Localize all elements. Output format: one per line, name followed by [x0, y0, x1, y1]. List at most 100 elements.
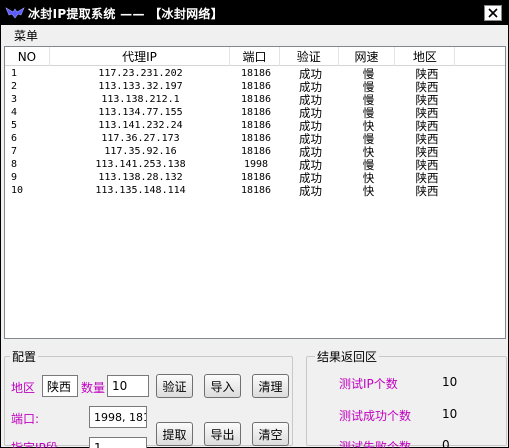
cell-no: 7	[11, 146, 18, 157]
result-value-failed: 0	[442, 438, 450, 448]
table-row[interactable]: 4 113.134.77.155 18186 成功 慢 陕西	[5, 106, 505, 119]
count-input[interactable]: 10	[107, 375, 149, 397]
cell-proxy-ip: 113.138.212.1	[101, 94, 180, 105]
table-row[interactable]: 6 117.36.27.173 18186 成功 慢 陕西	[5, 132, 505, 145]
cell-region: 陕西	[415, 106, 439, 119]
cell-speed: 慢	[362, 132, 375, 145]
column-header-port[interactable]: 端口	[230, 47, 280, 66]
verify-button[interactable]: 验证	[156, 374, 193, 398]
cell-region: 陕西	[415, 67, 439, 80]
cell-port: 18186	[240, 81, 272, 92]
table-row[interactable]: 7 117.35.92.16 18186 成功 快 陕西	[5, 145, 505, 158]
window-title: 冰封IP提取系统 —— 【冰封网络】	[28, 6, 224, 21]
close-button[interactable]	[484, 5, 502, 21]
column-header-speed[interactable]: 网速	[339, 47, 396, 66]
cell-no: 9	[11, 172, 18, 183]
table-row[interactable]: 9 113.138.28.132 18186 成功 快 陕西	[5, 171, 505, 184]
extract-button[interactable]: 提取	[156, 422, 193, 446]
cell-verify: 成功	[299, 80, 322, 93]
cell-port: 18186	[240, 94, 272, 105]
cell-port: 18186	[240, 107, 272, 118]
list-header: NO 代理IP 端口 验证 网速 地区	[5, 47, 505, 66]
import-button[interactable]: 导入	[204, 374, 241, 398]
count-label: 数量	[81, 381, 106, 395]
results-group-title: 结果返回区	[315, 348, 380, 365]
cell-no: 2	[11, 81, 18, 92]
cell-proxy-ip: 113.141.253.138	[95, 159, 186, 170]
cell-region: 陕西	[415, 132, 439, 145]
cell-port: 18186	[240, 185, 272, 196]
cell-verify: 成功	[299, 67, 322, 80]
config-group-title: 配置	[10, 348, 39, 365]
results-group	[306, 356, 507, 446]
cell-no: 10	[11, 185, 24, 196]
cell-no: 6	[11, 133, 18, 144]
proxy-list[interactable]: NO 代理IP 端口 验证 网速 地区 1 117.23.231.202 18186…	[4, 46, 506, 339]
cell-speed: 慢	[362, 93, 375, 106]
cell-port: 18186	[240, 68, 272, 79]
cell-proxy-ip: 117.23.231.202	[98, 68, 183, 79]
cell-no: 5	[11, 120, 18, 131]
cell-no: 1	[11, 68, 18, 79]
region-input[interactable]: 陕西	[42, 375, 78, 397]
cell-region: 陕西	[415, 80, 439, 93]
cell-verify: 成功	[299, 119, 322, 132]
cell-proxy-ip: 117.35.92.16	[104, 146, 177, 157]
cell-speed: 快	[362, 145, 375, 158]
cell-speed: 慢	[362, 80, 375, 93]
result-label-failed: 测试失败个数	[339, 440, 412, 448]
cell-verify: 成功	[299, 132, 322, 145]
cell-port: 1998	[243, 159, 269, 170]
cell-region: 陕西	[415, 158, 439, 171]
cell-proxy-ip: 113.138.28.132	[98, 172, 183, 183]
result-value-success: 10	[442, 407, 458, 421]
cell-speed: 快	[362, 119, 375, 132]
cell-proxy-ip: 113.141.232.24	[98, 120, 183, 131]
table-row[interactable]: 8 113.141.253.138 1998 成功 慢 陕西	[5, 158, 505, 171]
cell-speed: 慢	[362, 67, 375, 80]
cell-region: 陕西	[415, 171, 439, 184]
clear-all-button[interactable]: 清空	[252, 422, 289, 446]
ip-range-input[interactable]: 1	[89, 437, 147, 448]
cell-speed: 快	[362, 184, 375, 197]
cell-verify: 成功	[299, 93, 322, 106]
cell-port: 18186	[240, 146, 272, 157]
cleanup-button[interactable]: 清理	[252, 374, 289, 398]
result-label-success: 测试成功个数	[339, 409, 412, 423]
cell-proxy-ip: 113.134.77.155	[98, 107, 183, 118]
cell-no: 3	[11, 94, 18, 105]
cell-verify: 成功	[299, 184, 322, 197]
cell-speed: 慢	[362, 106, 375, 119]
cell-proxy-ip: 117.36.27.173	[101, 133, 180, 144]
cell-verify: 成功	[299, 171, 322, 184]
column-header-proxy-ip[interactable]: 代理IP	[50, 47, 231, 66]
cell-port: 18186	[240, 133, 272, 144]
cell-port: 18186	[240, 172, 272, 183]
cell-verify: 成功	[299, 145, 322, 158]
cell-region: 陕西	[415, 145, 439, 158]
cell-no: 4	[11, 107, 18, 118]
cell-speed: 快	[362, 171, 375, 184]
menu-item-main[interactable]: 菜单	[12, 26, 40, 45]
table-row[interactable]: 3 113.138.212.1 18186 成功 慢 陕西	[5, 93, 505, 106]
close-icon	[488, 8, 498, 18]
column-header-filler	[455, 47, 505, 66]
cell-no: 8	[11, 159, 18, 170]
column-header-no[interactable]: NO	[5, 47, 50, 66]
port-input[interactable]: 1998, 1818	[89, 406, 147, 428]
title-bar[interactable]: 冰封IP提取系统 —— 【冰封网络】	[1, 1, 508, 25]
table-row[interactable]: 10 113.135.148.114 18186 成功 快 陕西	[5, 184, 505, 197]
table-row[interactable]: 2 113.133.32.197 18186 成功 慢 陕西	[5, 80, 505, 93]
cell-port: 18186	[240, 120, 272, 131]
port-label: 端口:	[11, 412, 40, 426]
menu-bar: 菜单	[1, 25, 508, 46]
cell-verify: 成功	[299, 106, 322, 119]
export-button[interactable]: 导出	[204, 422, 241, 446]
cell-region: 陕西	[415, 119, 439, 132]
table-row[interactable]: 1 117.23.231.202 18186 成功 慢 陕西	[5, 67, 505, 80]
ip-range-label: 指定IP段	[11, 441, 58, 448]
column-header-region[interactable]: 地区	[395, 47, 456, 66]
cell-verify: 成功	[299, 158, 322, 171]
table-row[interactable]: 5 113.141.232.24 18186 成功 快 陕西	[5, 119, 505, 132]
column-header-verify[interactable]: 验证	[280, 47, 339, 66]
